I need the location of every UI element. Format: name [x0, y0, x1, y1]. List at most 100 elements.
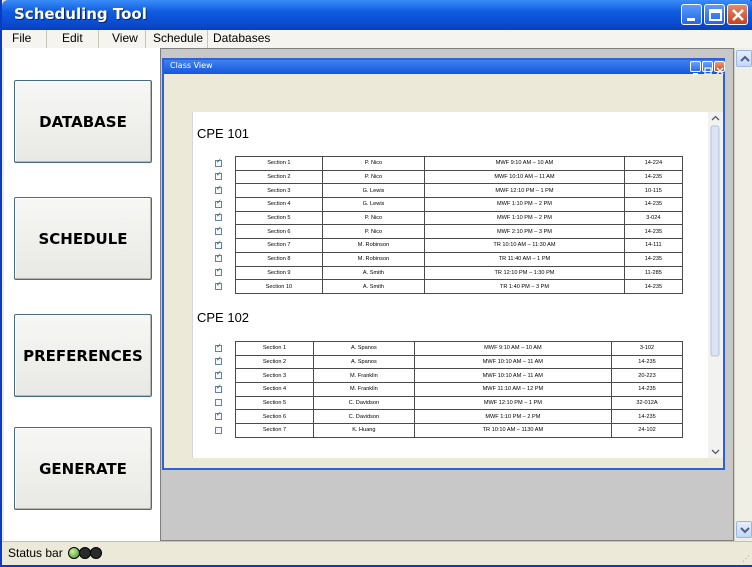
cell-time: MWF 9:10 AM – 10 AM	[413, 341, 612, 356]
section-checkbox[interactable]	[215, 280, 222, 290]
class-view-maximize-button[interactable]	[702, 61, 713, 75]
cell-instructor: P. Nico	[321, 224, 426, 240]
table-row[interactable]: Section 9 A. Smith TR 12:10 PM – 1:30 PM 11…	[235, 265, 684, 281]
scroll-up-button[interactable]	[736, 50, 752, 67]
table-row[interactable]: Section 1 P. Nico MWF 9:10 AM – 10 AM 14-22…	[235, 156, 684, 171]
maximize-button[interactable]	[704, 4, 725, 25]
section-checkbox[interactable]	[215, 252, 222, 263]
section-checkbox[interactable]	[215, 211, 222, 222]
table-row[interactable]: Section 8 M. Robinson TR 11:40 AM – 1 PM 14…	[235, 251, 684, 267]
section-checkbox[interactable]	[215, 399, 222, 407]
section-checkbox[interactable]	[215, 170, 222, 181]
table-row[interactable]: Section 2 P. Nico MWF 10:10 AM – 11 AM 14-2…	[235, 169, 684, 185]
schedule-button[interactable]: SCHEDULE	[14, 197, 152, 280]
close-icon	[732, 9, 744, 21]
cell-section: Section 10	[235, 279, 323, 294]
menu-divider	[207, 30, 208, 48]
cell-section: Section 2	[235, 169, 323, 185]
menu-divider	[98, 30, 99, 48]
chevron-up-icon	[740, 55, 750, 62]
cell-room: 14-235	[610, 354, 684, 370]
cell-instructor: M. Franklin	[312, 382, 415, 397]
database-button[interactable]: DATABASE	[14, 80, 152, 163]
title-bar[interactable]: Scheduling Tool	[2, 0, 752, 30]
main-scrollbar[interactable]	[734, 48, 752, 541]
table-row[interactable]: Section 4 G. Lewis MWF 1:10 PM – 2 PM 14-23…	[235, 197, 684, 212]
section-checkbox[interactable]	[215, 342, 222, 352]
cell-room: 14-235	[623, 224, 684, 240]
cell-room: 14-235	[610, 382, 684, 397]
class-document: CPE 101 Section 1P. NicoMWF 9:10 AM – 10…	[192, 112, 723, 458]
cell-room: 3-102	[610, 341, 684, 356]
cell-room: 14-224	[623, 156, 684, 171]
cell-section: Section 5	[235, 395, 314, 411]
cell-instructor: A. Smith	[321, 279, 426, 294]
cell-time: MWF 1:10 PM – 2 PM	[424, 197, 625, 212]
table-row[interactable]: Section 6 P. Nico MWF 2:10 PM – 3 PM 14-235	[235, 224, 684, 240]
generate-button[interactable]: GENERATE	[14, 427, 152, 510]
cell-room: 14-235	[623, 197, 684, 212]
class-view-window: Class View CPE 101 Section 1P. NicoMWF 9…	[162, 58, 725, 470]
menu-databases[interactable]: Databases	[213, 31, 270, 45]
cell-section: Section 3	[235, 183, 323, 199]
table-row[interactable]: Section 10 A. Smith TR 1:40 PM – 3 PM 14-23…	[235, 279, 684, 294]
section-checkbox[interactable]	[215, 157, 222, 167]
minimize-button[interactable]	[681, 4, 702, 25]
table-row[interactable]: Section 7 M. Robinson TR 10:10 AM – 11:30 …	[235, 238, 684, 253]
table-row[interactable]: Section 5 P. Nico MWF 1:10 PM – 2 PM 3-024	[235, 210, 684, 226]
cell-time: TR 11:40 AM – 1 PM	[424, 251, 625, 267]
cell-time: MWF 12:10 PM – 1 PM	[424, 183, 625, 199]
document-scrollbar[interactable]	[708, 112, 723, 458]
left-panel: DATABASE SCHEDULE PREFERENCES GENERATE	[4, 48, 160, 541]
status-light-off-icon	[90, 547, 102, 559]
maximize-icon	[704, 67, 712, 75]
cell-room: 14-235	[623, 169, 684, 185]
menu-file[interactable]: File	[12, 31, 31, 45]
cell-instructor: C. Davidson	[312, 395, 415, 411]
cell-room: 14-235	[623, 251, 684, 267]
menu-edit[interactable]: Edit	[62, 31, 83, 45]
table-row[interactable]: Section 3 G. Lewis MWF 12:10 PM – 1 PM 10-1…	[235, 183, 684, 199]
section-checkbox[interactable]	[215, 239, 222, 249]
class-view-minimize-button[interactable]	[690, 61, 701, 75]
section-checkbox[interactable]	[215, 369, 222, 379]
cell-section: Section 8	[235, 251, 323, 267]
maximize-icon	[709, 9, 722, 21]
section-checkbox[interactable]	[215, 410, 222, 420]
cell-instructor: C. Davidson	[312, 409, 415, 425]
cell-room: 20-223	[610, 368, 684, 384]
section-checkbox[interactable]	[215, 184, 222, 194]
table-row[interactable]: Section 4 M. Franklin MWF 11:10 AM – 12 PM…	[235, 382, 684, 397]
table-row[interactable]: Section 5 C. Davidson MWF 12:10 PM – 1 PM 3…	[235, 395, 684, 411]
cell-section: Section 4	[235, 382, 314, 397]
class-view-title-bar[interactable]: Class View	[164, 60, 725, 75]
minimize-icon	[687, 18, 695, 21]
menu-view[interactable]: View	[112, 31, 138, 45]
section-checkbox[interactable]	[215, 198, 222, 208]
cell-time: MWF 1:10 PM – 2 PM	[413, 409, 612, 425]
cell-time: MWF 10:10 AM – 11 AM	[424, 169, 625, 185]
table-row[interactable]: Section 2 A. Spanos MWF 10:10 AM – 11 AM 14…	[235, 354, 684, 370]
section-checkbox[interactable]	[215, 225, 222, 235]
table-row[interactable]: Section 1 A. Spanos MWF 9:10 AM – 10 AM 3-1…	[235, 341, 684, 356]
cell-room: 11-285	[623, 265, 684, 281]
section-checkbox[interactable]	[215, 355, 222, 366]
table-row[interactable]: Section 6 C. Davidson MWF 1:10 PM – 2 PM 14…	[235, 409, 684, 425]
class-view-close-button[interactable]	[714, 61, 725, 75]
table-row[interactable]: Section 3 M. Franklin MWF 10:10 AM – 11 AM…	[235, 368, 684, 384]
section-checkbox[interactable]	[215, 266, 222, 277]
cell-instructor: M. Robinson	[321, 238, 426, 253]
menu-bar: File Edit View Schedule Databases	[2, 30, 752, 48]
section-checkbox[interactable]	[215, 426, 222, 434]
close-button[interactable]	[727, 4, 748, 25]
resize-grip-icon[interactable]: ⋰	[742, 554, 750, 563]
preferences-button[interactable]: PREFERENCES	[14, 314, 152, 397]
section-checkbox[interactable]	[215, 383, 222, 393]
scroll-down-button[interactable]	[736, 521, 752, 538]
menu-schedule[interactable]: Schedule	[153, 31, 203, 45]
table-row[interactable]: Section 7 K. Huang TR 10:10 AM – 1130 AM 24…	[235, 423, 684, 438]
cell-section: Section 7	[235, 238, 323, 253]
window-title: Scheduling Tool	[14, 5, 147, 23]
cell-instructor: P. Nico	[321, 156, 426, 171]
cell-time: TR 1:40 PM – 3 PM	[424, 279, 625, 294]
